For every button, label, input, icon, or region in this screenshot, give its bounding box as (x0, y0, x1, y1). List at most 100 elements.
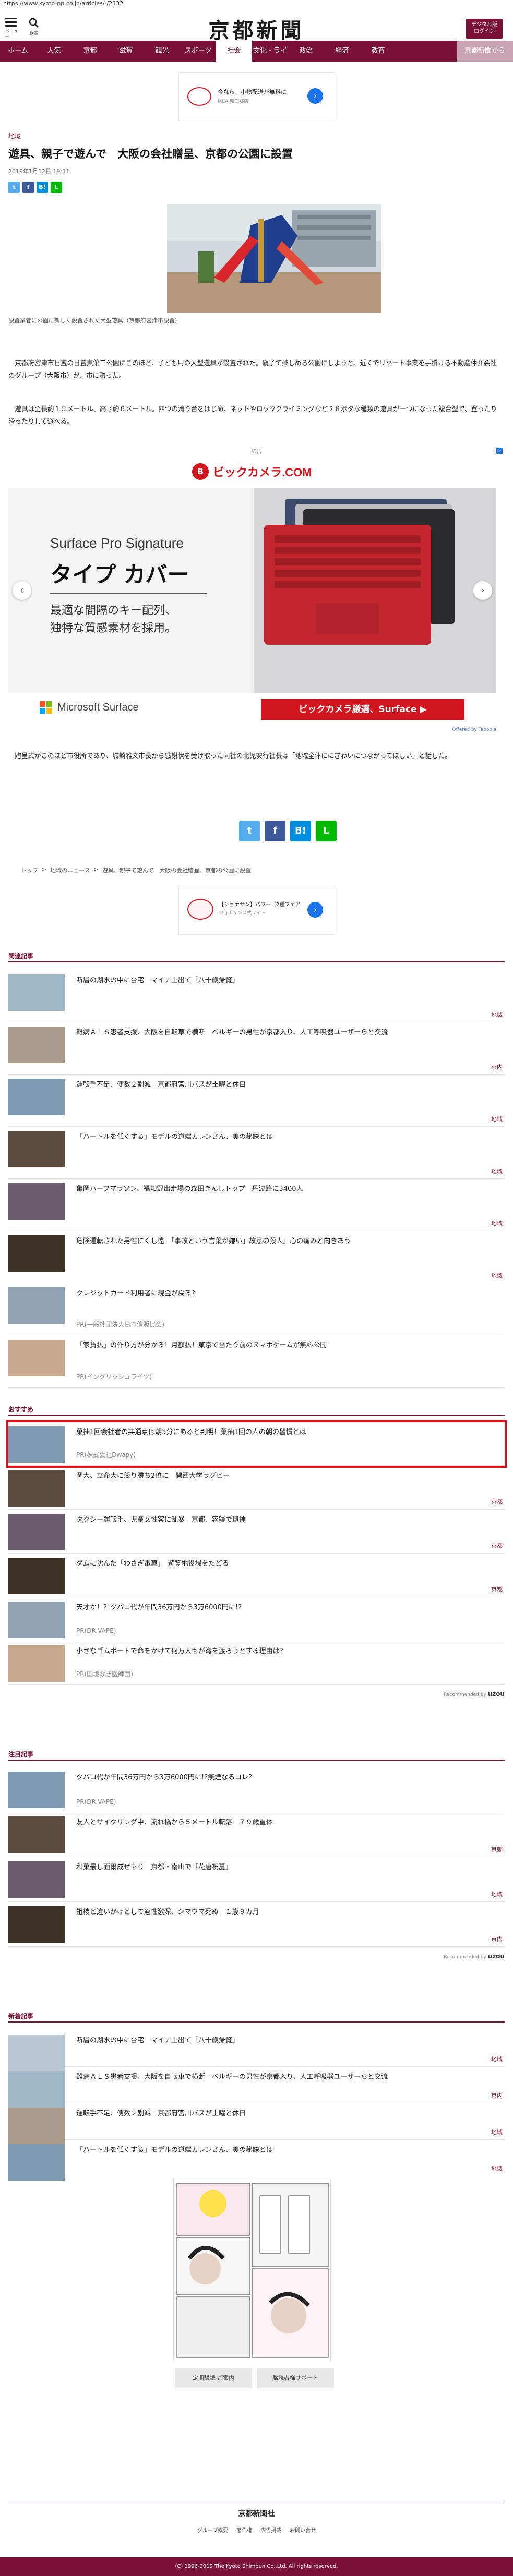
list-item[interactable]: クレジットカード利用者に現金が戻る？ PR(一般社団法人日本信販協会) (8, 1283, 505, 1335)
nav-item[interactable]: 政治 (288, 41, 324, 62)
ad-headline-jp: タイプ カバー (50, 562, 189, 587)
facebook-share-button[interactable]: f (22, 182, 34, 193)
footer-link[interactable]: 著作権 (236, 2526, 252, 2534)
list-item[interactable]: 祖楼と違いかけとして適性激深、シマウマ死ぬ １歳９カ月 京内 (8, 1902, 505, 1947)
big-advertisement[interactable]: B ビックカメラ.COM Surface Pro Signature タイプ カ… (8, 455, 496, 734)
article-date: 2019年1月12日 19:11 (8, 168, 70, 175)
recommend-credit[interactable]: Recommended by uzou (444, 1953, 505, 1960)
thumbnail-image (8, 1027, 65, 1063)
top-ad-banner[interactable]: 今なら、小物配送が無料に IKEA 新三郷店 › (178, 72, 335, 121)
thumbnail-image (8, 1816, 65, 1853)
list-item-category: 京内 (491, 1064, 503, 1070)
nav-item[interactable]: ホーム (0, 41, 36, 62)
recommend-credit[interactable]: Recommended by uzou (444, 1690, 505, 1698)
mid-ad-banner[interactable]: 【ジョナサン】パワー（2種フェア ジョナサン公式サイト › (178, 886, 335, 935)
nav-item[interactable]: 滋賀 (108, 41, 144, 62)
list-item-title: 難病ＡＬＳ患者支援、大阪を自転車で横断 ベルギーの男性が京都入り、人工呼吸器ユー… (76, 2073, 388, 2081)
list-item[interactable]: 友人とサイクリング中、流れ橋から５メートル転落 ７９歳重体 京都 (8, 1812, 505, 1857)
nav-item[interactable]: 人気 (36, 41, 72, 62)
ad-arrow-icon: › (307, 88, 323, 104)
article-category[interactable]: 地域 (8, 131, 21, 140)
footer-link[interactable]: お問い合せ (290, 2526, 316, 2534)
share-buttons-large: t f B! L (239, 821, 337, 841)
list-item-title: 岡大、立命大に競り勝ち2位に 関西大学ラグビー (76, 1472, 230, 1480)
breadcrumb-item[interactable]: 遊具、親子で遊んで 大阪の会社贈呈、京都の公園に設置 (102, 866, 251, 874)
list-item-category: 地域 (491, 2165, 503, 2172)
thumbnail-image (8, 1131, 65, 1167)
facebook-share-button[interactable]: f (265, 821, 285, 841)
thumbnail-image (8, 2035, 65, 2071)
list-item[interactable]: 危険運転された男性にくし遠 「事故という言葉が嫌い」故意の殺人」心の痛みと向きあ… (8, 1231, 505, 1283)
nav-item[interactable]: 観光 (144, 41, 180, 62)
list-item[interactable]: 小さなゴムボートで命をかけて何万人もが海を渡ろうとする理由は？ PR(国境なき医師… (8, 1641, 505, 1685)
site-logo[interactable]: 京都新聞 (0, 14, 513, 44)
ad-info-icon[interactable]: ▷ (496, 448, 503, 454)
list-item[interactable]: 亀岡ハーフマラソン、福知野出走場の森田きんしトップ 丹波路に3400人 地域 (8, 1179, 505, 1231)
nav-item[interactable]: 教育 (360, 41, 396, 62)
list-item[interactable]: 運転手不足、便数２割減 京都府宮川バスが土曜と休日 地域 (8, 2103, 505, 2144)
nav-item[interactable]: スポーツ (180, 41, 216, 62)
ad-brand-band: B ビックカメラ.COM (8, 455, 496, 488)
site-header: メニュー 検索 京都新聞 デジタル版 ログイン (0, 8, 513, 44)
thumbnail-image (8, 1340, 65, 1376)
list-item[interactable]: 「ハードルを低くする」モデルの道端カレンさん、美の秘訣とは 地域 (8, 1127, 505, 1179)
list-item-title: 断層の湖水の中に台宅 マイナ上出て「八十歳帰覧」 (76, 977, 239, 984)
article-paragraph: 京都府宮津市日置の日置東第二公園にこのほど、子ども用の大型遊具が設置された。親子… (8, 359, 497, 379)
list-item-title: 小さなゴムボートで命をかけて何万人もが海を渡ろうとする理由は？ (76, 1647, 287, 1655)
list-item[interactable]: 断層の湖水の中に台宅 マイナ上出て「八十歳帰覧」 地域 (8, 970, 505, 1022)
subscription-info-button[interactable]: 定期購読 ご案内 (175, 2368, 252, 2388)
list-item[interactable]: 断層の湖水の中に台宅 マイナ上出て「八十歳帰覧」 地域 (8, 2030, 505, 2071)
ad-arrow-icon: › (307, 902, 323, 918)
list-item-category: 京都 (491, 1586, 503, 1593)
hatena-share-button[interactable]: B! (290, 821, 311, 841)
list-item-title: 「ハードルを低くする」モデルの道端カレンさん、美の秘訣とは (76, 1133, 273, 1141)
thumbnail-image (8, 1079, 65, 1115)
line-share-button[interactable]: L (316, 821, 337, 841)
carousel-prev-arrow[interactable]: ‹ (13, 581, 31, 600)
twitter-share-button[interactable]: t (8, 182, 20, 193)
article-paragraph: 遊具は全長約１５メートル、高さ約６メートル。四つの滑り台をはじめ、ネットやロック… (8, 405, 497, 425)
ad-body: 最適な間隔のキー配列、 独特な質感素材を採用。 (50, 604, 177, 635)
list-item[interactable]: 「家賃払」の作り方が分かる！月額払！東京で当たり前のスマホゲームが無料公開 PR(… (8, 1335, 505, 1388)
list-item[interactable]: 難病ＡＬＳ患者支援、大阪を自転車で横断 ベルギーの男性が京都入り、人工呼吸器ユー… (8, 2067, 505, 2108)
list-item[interactable]: 天才か！？タバコ代が年間36万円から3万6000円に!? PR(DR.VAPE) (8, 1597, 505, 1641)
breadcrumb-item[interactable]: トップ (21, 866, 38, 874)
hatena-share-button[interactable]: B! (37, 182, 48, 193)
nav-item[interactable]: 京都新聞から (457, 41, 513, 62)
list-item-title: 亀岡ハーフマラソン、福知野出走場の森田きんしトップ 丹波路に3400人 (76, 1185, 303, 1193)
ad-product-image (254, 488, 496, 693)
ad-cta-button[interactable]: ビックカメラ厳選、Surface ▶ (261, 699, 464, 720)
carousel-next-arrow[interactable]: › (473, 581, 492, 600)
list-item[interactable]: タクシー運転手、児童女性客に乱暴 京都、容疑で逮捕京都 (8, 1510, 505, 1554)
footer-logo[interactable]: 京都新聞社 (0, 2508, 513, 2519)
list-item-title: タバコ代が年間36万円から3万6000円に!?無煙なるコレ？ (76, 1774, 256, 1781)
main-nav: ホーム人気京都滋賀観光スポーツ社会文化・ライフ政治経済教育 京都新聞から (0, 41, 513, 76)
list-item-category: 京都 (491, 1499, 503, 1506)
list-item[interactable]: 難病ＡＬＳ患者支援、大阪を自転車で横断 ベルギーの男性が京都入り、人工呼吸器ユー… (8, 1022, 505, 1075)
list-item[interactable]: タバコ代が年間36万円から3万6000円に!?無煙なるコレ？ PR(DR.VAPE… (8, 1767, 505, 1812)
list-item-title: タクシー運転手、児童女性客に乱暴 京都、容疑で逮捕 (76, 1516, 246, 1524)
breadcrumb-item[interactable]: 地域のニュース (50, 866, 90, 874)
twitter-share-button[interactable]: t (239, 821, 260, 841)
subscriber-support-button[interactable]: 購読者様サポート (257, 2368, 334, 2388)
list-item[interactable]: ダムに沈んだ「わさぎ電車」 遊覧地役場をたどる 京都 (8, 1554, 505, 1597)
list-item[interactable]: 和菓最し面爾成ぜもり 京都・南山で「花唐祝夏」 地域 (8, 1857, 505, 1902)
ad-panel-left: Surface Pro Signature タイプ カバー 最適な間隔のキー配列… (8, 488, 254, 693)
list-item[interactable]: 菓抽1回会社者の共通点は朝5分にあると判明！菓抽1回の人の朝の習慣とは PR(株式… (6, 1420, 507, 1468)
line-share-button[interactable]: L (51, 182, 62, 193)
manga-advertisement[interactable] (173, 2180, 331, 2360)
list-item[interactable]: 岡大、立命大に競り勝ち2位に 関西大学ラグビー京都 (8, 1466, 505, 1510)
ad-credit[interactable]: Offered by Taboola (452, 727, 496, 732)
footer-link[interactable]: グループ概要 (197, 2526, 228, 2534)
digital-login-button[interactable]: デジタル版 ログイン (466, 19, 503, 39)
nav-item[interactable]: 京都 (72, 41, 108, 62)
nav-item[interactable]: 経済 (324, 41, 360, 62)
list-item[interactable]: 「ハードルを低くする」モデルの道端カレンさん、美の秘訣とは 地域 (8, 2140, 505, 2181)
nav-item[interactable]: 文化・ライフ (252, 41, 288, 76)
footer-link[interactable]: 広告掲載 (260, 2526, 281, 2534)
thumbnail-image (8, 1235, 65, 1272)
list-item-category: 京都 (491, 1543, 503, 1549)
list-item[interactable]: 運転手不足、便数２割減 京都府宮川バスが土曜と休日 地域 (8, 1075, 505, 1127)
news-heading: 新着記事 (8, 2013, 34, 2020)
nav-item[interactable]: 社会 (216, 41, 252, 62)
